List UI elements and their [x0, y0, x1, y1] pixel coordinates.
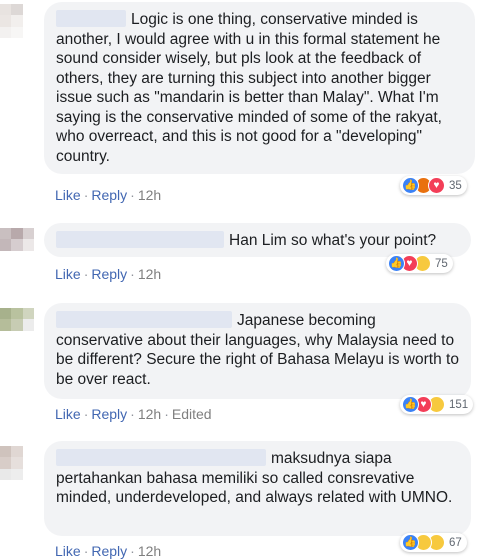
- edited-label[interactable]: Edited: [172, 406, 212, 422]
- reply-link[interactable]: Reply: [91, 266, 127, 282]
- reply-link[interactable]: Reply: [91, 406, 127, 422]
- reply-link[interactable]: Reply: [91, 543, 127, 559]
- reaction-count: 35: [449, 179, 462, 192]
- separator: ·: [130, 406, 135, 422]
- like-icon: 👍: [402, 534, 419, 551]
- author-name-redacted[interactable]: [56, 231, 224, 248]
- like-link[interactable]: Like: [55, 406, 81, 422]
- separator: ·: [130, 543, 135, 559]
- like-icon: 👍: [402, 396, 419, 413]
- separator: ·: [83, 406, 89, 422]
- separator: ·: [83, 543, 89, 559]
- comment-bubble: Han Lim so what's your point?: [44, 223, 471, 257]
- reaction-count: 151: [449, 398, 469, 411]
- comment-bubble: Japanese becoming conservative about the…: [44, 303, 471, 399]
- reaction-summary[interactable]: 👍 ♥ 151: [400, 395, 474, 414]
- timestamp[interactable]: 12h: [138, 543, 161, 559]
- reaction-summary[interactable]: 👍 ♥ 35: [400, 176, 467, 195]
- comment-actions: Like · Reply · 12h: [55, 187, 161, 203]
- comment-bubble: maksudnya siapa pertahankan bahasa memil…: [44, 441, 471, 536]
- reaction-summary[interactable]: 👍 ♥ 75: [386, 254, 453, 273]
- reaction-summary[interactable]: 👍 67: [400, 533, 467, 552]
- comment-bubble: Logic is one thing, conservative minded …: [44, 2, 475, 174]
- timestamp[interactable]: 12h: [138, 187, 161, 203]
- love-icon: ♥: [428, 177, 445, 194]
- author-name-redacted[interactable]: [56, 449, 266, 466]
- avatar[interactable]: [0, 228, 34, 262]
- comment-text: Han Lim so what's your point?: [229, 232, 437, 249]
- like-link[interactable]: Like: [55, 187, 81, 203]
- like-icon: 👍: [402, 177, 419, 194]
- reaction-count: 67: [449, 536, 462, 549]
- separator: ·: [164, 406, 169, 422]
- reaction-count: 75: [435, 257, 448, 270]
- avatar[interactable]: [0, 446, 34, 480]
- author-name-redacted[interactable]: [56, 311, 232, 328]
- like-link[interactable]: Like: [55, 543, 81, 559]
- comment-actions: Like · Reply · 12h: [55, 266, 161, 282]
- separator: ·: [83, 266, 89, 282]
- timestamp[interactable]: 12h: [138, 266, 161, 282]
- author-name-redacted[interactable]: [56, 10, 126, 27]
- separator: ·: [130, 187, 135, 203]
- avatar[interactable]: [0, 308, 34, 342]
- reply-link[interactable]: Reply: [91, 187, 127, 203]
- comment-actions: Like · Reply · 12h: [55, 543, 161, 559]
- separator: ·: [130, 266, 135, 282]
- avatar[interactable]: [0, 4, 34, 38]
- like-icon: 👍: [388, 255, 405, 272]
- comment-text: Logic is one thing, conservative minded …: [56, 11, 442, 165]
- separator: ·: [83, 187, 89, 203]
- comment-actions: Like · Reply · 12h · Edited: [55, 406, 212, 422]
- like-link[interactable]: Like: [55, 266, 81, 282]
- timestamp[interactable]: 12h: [138, 406, 161, 422]
